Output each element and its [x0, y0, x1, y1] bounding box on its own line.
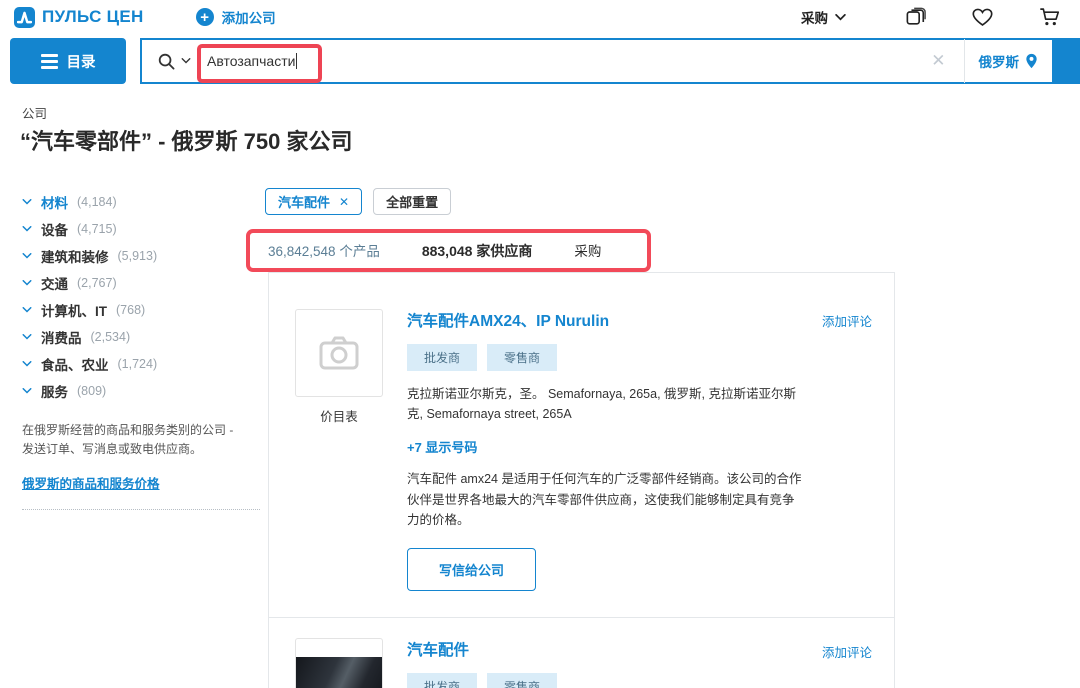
reset-all-button[interactable]: 全部重置 [373, 188, 451, 215]
sidebar-item-services[interactable]: 服务 (809) [22, 377, 254, 404]
category-sidebar: 材料 (4,184) 设备 (4,715) 建筑和装修 (5,913) 交通 (… [22, 188, 254, 510]
procurement-menu[interactable]: 采购 [801, 7, 846, 27]
heart-icon [972, 8, 993, 27]
company-card: 价目表 汽车配件AMX24、IP Nurulin 批发商 零售商 克拉斯诺亚尔斯… [269, 273, 894, 617]
dotted-divider [22, 509, 260, 510]
page-title: “汽车零部件” - 俄罗斯 750 家公司 [20, 124, 352, 156]
chevron-down-icon [22, 280, 32, 286]
write-to-company-button[interactable]: 写信给公司 [407, 548, 536, 591]
add-review-link[interactable]: 添加评论 [822, 311, 872, 330]
location-pin-icon [1025, 53, 1038, 69]
chevron-down-icon [22, 361, 32, 367]
top-header: ПУЛЬС ЦЕН + 添加公司 采购 [0, 0, 1080, 34]
compare-stack-icon [906, 7, 926, 27]
logo-text: ПУЛЬС ЦЕН [42, 7, 144, 27]
add-company-label: 添加公司 [222, 7, 276, 27]
procurement-label: 采购 [801, 7, 828, 27]
badge-retailer: 零售商 [487, 673, 557, 688]
catalog-label: 目录 [67, 51, 96, 72]
text-cursor [296, 53, 297, 69]
search-type-selector[interactable] [142, 53, 207, 70]
compare-button[interactable] [906, 7, 926, 27]
search-icon [158, 53, 175, 70]
badge-wholesaler: 批发商 [407, 673, 477, 688]
company-badges: 批发商 零售商 [407, 673, 806, 688]
sidebar-prices-link[interactable]: 俄罗斯的商品和服务价格 [22, 473, 160, 492]
tab-products[interactable]: 36,842,548 个产品 [268, 240, 380, 260]
company-name[interactable]: 汽车配件AMX24、IP Nurulin [407, 309, 609, 331]
search-field: Автозапчасти ✕ 俄罗斯 [140, 38, 1080, 84]
company-photo-placeholder[interactable] [295, 309, 383, 397]
company-badges: 批发商 零售商 [407, 344, 806, 371]
company-thumbnail-image [296, 657, 382, 688]
company-address: 克拉斯诺亚尔斯克，圣。 Semafornaya, 265a, 俄罗斯, 克拉斯诺… [407, 384, 806, 424]
show-phone-button[interactable]: +7 显示号码 [407, 437, 806, 456]
search-submit-button[interactable] [1052, 39, 1078, 83]
hamburger-icon [41, 54, 58, 69]
search-query-text: Автозапчасти [207, 53, 295, 69]
chevron-down-icon [835, 14, 846, 21]
add-review-link[interactable]: 添加评论 [822, 642, 872, 661]
search-row: 目录 Автозапчасти ✕ 俄罗斯 [0, 36, 1080, 86]
camera-icon [319, 336, 359, 370]
favorites-button[interactable] [972, 8, 993, 27]
chevron-down-icon [22, 253, 32, 259]
result-tabs: 36,842,548 个产品 883,048 家供应商 采购 [268, 240, 601, 261]
region-selector[interactable]: 俄罗斯 [965, 51, 1053, 71]
pulse-logo-icon [14, 7, 35, 28]
filter-chip-auto-parts[interactable]: 汽车配件 ✕ [265, 188, 362, 215]
chevron-down-icon [22, 199, 32, 205]
filter-chips: 汽车配件 ✕ 全部重置 [265, 188, 451, 215]
chevron-down-icon [22, 307, 32, 313]
chevron-down-icon [22, 334, 32, 340]
plus-icon: + [196, 8, 214, 26]
remove-filter-icon[interactable]: ✕ [339, 195, 349, 209]
logo[interactable]: ПУЛЬС ЦЕН [14, 7, 144, 28]
sidebar-item-transport[interactable]: 交通 (2,767) [22, 269, 254, 296]
cart-button[interactable] [1039, 7, 1060, 27]
price-list-link[interactable]: 价目表 [295, 406, 383, 425]
cart-icon [1039, 7, 1060, 27]
company-description: 汽车配件 amx24 是适用于任何汽车的广泛零部件经销商。该公司的合作伙伴是世界… [407, 469, 806, 531]
badge-retailer: 零售商 [487, 344, 557, 371]
chevron-down-icon [181, 58, 191, 64]
sidebar-item-construction[interactable]: 建筑和装修 (5,913) [22, 242, 254, 269]
add-company-button[interactable]: + 添加公司 [196, 7, 276, 27]
sidebar-item-materials[interactable]: 材料 (4,184) [22, 188, 254, 215]
clear-search-button[interactable]: ✕ [913, 51, 963, 71]
page: ПУЛЬС ЦЕН + 添加公司 采购 目录 [0, 0, 1080, 688]
company-photo[interactable] [295, 638, 383, 688]
region-label: 俄罗斯 [979, 51, 1020, 71]
tab-procurement[interactable]: 采购 [574, 240, 601, 260]
company-results-panel: 价目表 汽车配件AMX24、IP Nurulin 批发商 零售商 克拉斯诺亚尔斯… [268, 272, 895, 688]
chevron-down-icon [22, 226, 32, 232]
breadcrumb[interactable]: 公司 [22, 103, 47, 122]
badge-wholesaler: 批发商 [407, 344, 477, 371]
company-card: 价目表 汽车配件 批发商 零售商 十月镇村，呃。 121，奥斯特罗夫齐，圣。中环… [269, 618, 894, 688]
sidebar-item-equipment[interactable]: 设备 (4,715) [22, 215, 254, 242]
company-name[interactable]: 汽车配件 [407, 638, 469, 660]
chevron-down-icon [22, 388, 32, 394]
sidebar-item-consumer-goods[interactable]: 消费品 (2,534) [22, 323, 254, 350]
sidebar-item-computers-it[interactable]: 计算机、IT (768) [22, 296, 254, 323]
sidebar-item-food-agriculture[interactable]: 食品、农业 (1,724) [22, 350, 254, 377]
search-input[interactable]: Автозапчасти [207, 53, 913, 69]
tab-suppliers[interactable]: 883,048 家供应商 [422, 241, 533, 261]
sidebar-note: 在俄罗斯经营的商品和服务类别的公司 - 发送订单、写消息或致电供应商。 [22, 421, 244, 458]
catalog-button[interactable]: 目录 [10, 38, 126, 84]
